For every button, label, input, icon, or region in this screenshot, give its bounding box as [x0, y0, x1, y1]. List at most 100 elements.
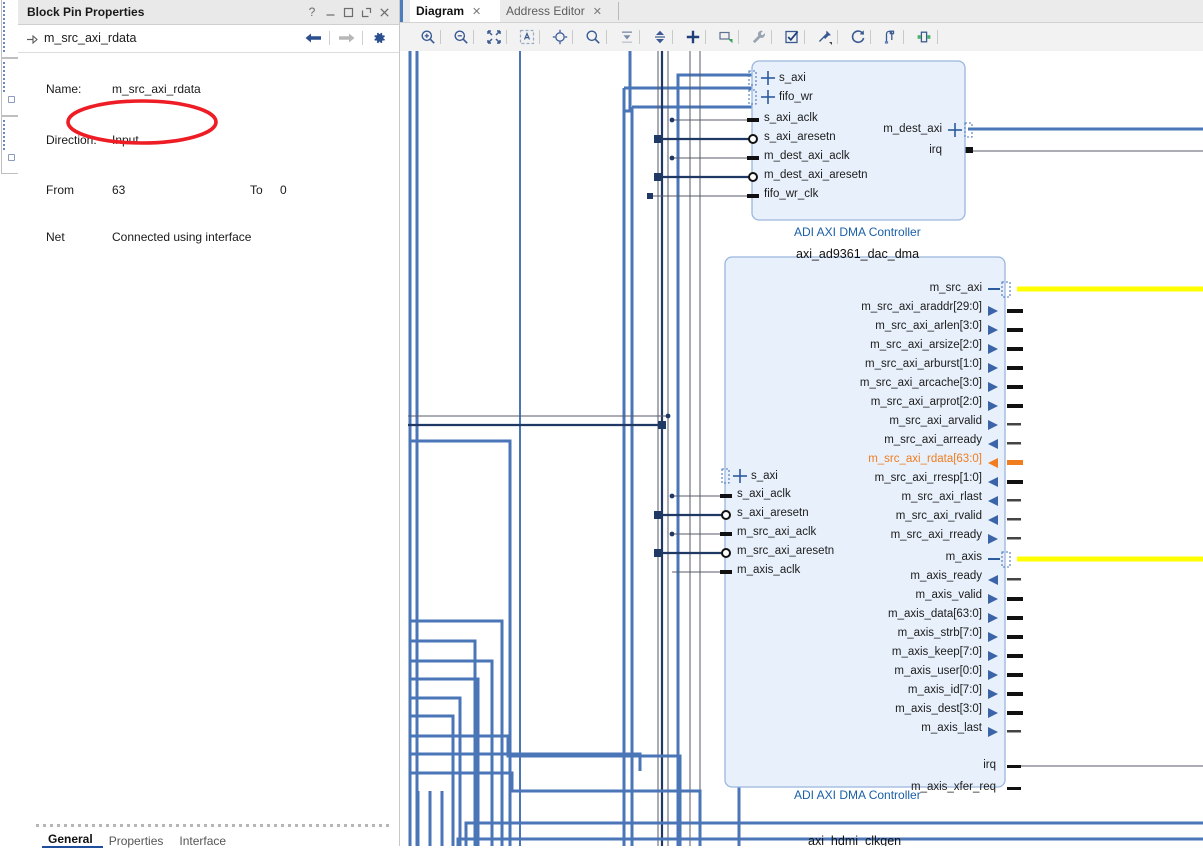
zoom-out-icon[interactable]: [451, 27, 471, 47]
pin-label-rdata-selected[interactable]: m_src_axi_rdata[63:0]: [786, 453, 982, 465]
forward-arrow-icon[interactable]: [334, 28, 358, 48]
pin-icon[interactable]: [815, 27, 835, 47]
close-icon[interactable]: [375, 3, 393, 21]
pin-label-m-dest-axi[interactable]: m_dest_axi: [806, 123, 942, 135]
pin-label-m-dest-axi-aclk[interactable]: m_dest_axi_aclk: [764, 150, 850, 162]
panel-title-bar: Block Pin Properties ?: [18, 0, 399, 25]
fit-selection-icon[interactable]: [550, 27, 570, 47]
pin-label-arready[interactable]: m_src_axi_arready: [786, 434, 982, 446]
window-buttons: ?: [303, 3, 393, 21]
maximize-icon[interactable]: [339, 3, 357, 21]
pin-label-m-axis-user[interactable]: m_axis_user[0:0]: [786, 665, 982, 677]
pin-label-arvalid[interactable]: m_src_axi_arvalid: [786, 415, 982, 427]
pin-label-irq-b2[interactable]: irq: [786, 759, 996, 771]
toolbar-separator-6: [606, 30, 607, 44]
search-icon[interactable]: [583, 27, 603, 47]
tab-bar-divider: [618, 2, 619, 20]
block1-instance-name: axi_ad9361_dac_dma: [796, 247, 920, 261]
block-design-canvas[interactable]: .iw{stroke:#4a76b8;stroke-width:3;fill:n…: [400, 51, 1203, 846]
pin-icon: [27, 33, 39, 47]
back-arrow-icon[interactable]: [301, 28, 325, 48]
property-value-from: 63: [112, 183, 126, 197]
settings-gear-icon[interactable]: [367, 28, 391, 48]
selected-pin-name: m_src_axi_rdata: [44, 31, 137, 45]
tab-general[interactable]: General: [42, 830, 103, 848]
highlight-icon[interactable]: [914, 27, 934, 47]
pin-label-rlast[interactable]: m_src_axi_rlast: [786, 491, 982, 503]
panel-subheader: m_src_axi_rdata: [18, 25, 399, 53]
pin-label-rready[interactable]: m_src_axi_rready: [786, 529, 982, 541]
pin-label-m-axis-data[interactable]: m_axis_data[63:0]: [786, 608, 982, 620]
zoom-area-icon[interactable]: [517, 27, 537, 47]
toolbar-separator-13: [837, 30, 838, 44]
pin-label-m-axis-valid[interactable]: m_axis_valid: [786, 589, 982, 601]
float-icon[interactable]: [357, 3, 375, 21]
tab-diagram[interactable]: Diagram ✕: [410, 0, 512, 22]
property-label-to: To: [250, 183, 263, 197]
pin-label-arcache[interactable]: m_src_axi_arcache[3:0]: [786, 377, 982, 389]
property-label-from: From: [46, 183, 74, 197]
property-label-net: Net: [46, 230, 65, 244]
pin-label-rresp[interactable]: m_src_axi_rresp[1:0]: [786, 472, 982, 484]
editor-tab-bar: Diagram ✕ Address Editor ✕: [400, 0, 1203, 23]
run-connection-automation-icon[interactable]: [749, 27, 769, 47]
pin-label-s-axi-aclk-b2[interactable]: s_axi_aclk: [737, 488, 791, 500]
panel-bottom-tabs: General Properties Interface: [18, 824, 399, 848]
pin-label-m-axis-ready[interactable]: m_axis_ready: [786, 570, 982, 582]
property-row-name: Name: m_src_axi_rdata: [18, 52, 399, 96]
pin-label-araddr[interactable]: m_src_axi_araddr[29:0]: [786, 301, 982, 313]
edge-mini-icon-2: [8, 154, 15, 161]
pin-label-m-axis-keep[interactable]: m_axis_keep[7:0]: [786, 646, 982, 658]
tab-accent-bar: [400, 0, 403, 22]
tab-address-editor[interactable]: Address Editor ✕: [500, 0, 632, 22]
pin-label-m-axis-last[interactable]: m_axis_last: [786, 722, 982, 734]
toolbar-separator-3: [506, 30, 507, 44]
pin-label-rvalid[interactable]: m_src_axi_rvalid: [786, 510, 982, 522]
pin-label-irq-b1[interactable]: irq: [866, 144, 942, 156]
toolbar-separator-8: [672, 30, 673, 44]
pin-label-arlen[interactable]: m_src_axi_arlen[3:0]: [786, 320, 982, 332]
pin-label-m-dest-axi-aresetn[interactable]: m_dest_axi_aresetn: [764, 169, 868, 181]
help-icon[interactable]: ?: [303, 3, 321, 21]
pin-label-arburst[interactable]: m_src_axi_arburst[1:0]: [786, 358, 982, 370]
pin-label-fifo-wr-clk[interactable]: fifo_wr_clk: [764, 188, 818, 200]
property-value-net: Connected using interface: [112, 230, 252, 244]
collapse-all-icon[interactable]: [617, 27, 637, 47]
toolbar-separator-7: [639, 30, 640, 44]
minimize-icon[interactable]: [321, 3, 339, 21]
optimize-routing-icon[interactable]: [881, 27, 901, 47]
properties-list: Name: m_src_axi_rdata Direction: Input F…: [18, 52, 399, 244]
tab-address-editor-close-icon[interactable]: ✕: [593, 5, 602, 18]
pin-label-m-axis-dest[interactable]: m_axis_dest[3:0]: [786, 703, 982, 715]
tab-address-editor-label: Address Editor: [506, 4, 585, 18]
tab-diagram-close-icon[interactable]: ✕: [472, 5, 481, 18]
toolbar-separator-9: [705, 30, 706, 44]
pin-label-s-axi-b1[interactable]: s_axi: [779, 72, 806, 84]
property-row-net: Net Connected using interface: [18, 124, 399, 244]
toolbar-separator-4: [539, 30, 540, 44]
nav-separator-2: [362, 31, 363, 45]
zoom-fit-icon[interactable]: [484, 27, 504, 47]
diagram-pane: Diagram ✕ Address Editor ✕ s_axi fifo_wr…: [400, 0, 1203, 846]
pin-label-fifo-wr[interactable]: fifo_wr: [779, 91, 813, 103]
pin-label-s-axi-b2[interactable]: s_axi: [751, 470, 778, 482]
pin-label-arprot[interactable]: m_src_axi_arprot[2:0]: [786, 396, 982, 408]
edge-mini-icon-1: [8, 96, 15, 103]
panel-nav-buttons: [301, 28, 391, 48]
pin-label-m-axis[interactable]: m_axis: [786, 551, 982, 563]
add-ip-icon[interactable]: [683, 27, 703, 47]
add-module-icon[interactable]: [716, 27, 736, 47]
pin-label-m-axis-id[interactable]: m_axis_id[7:0]: [786, 684, 982, 696]
panel-resize-grip[interactable]: [36, 824, 389, 827]
zoom-in-icon[interactable]: [418, 27, 438, 47]
block1-type-label: ADI AXI DMA Controller: [794, 225, 921, 239]
pin-label-m-axis-strb[interactable]: m_axis_strb[7:0]: [786, 627, 982, 639]
pin-label-m-src-axi[interactable]: m_src_axi: [786, 282, 982, 294]
property-value-to: 0: [280, 183, 287, 197]
validate-design-icon[interactable]: [782, 27, 802, 47]
regenerate-layout-icon[interactable]: [848, 27, 868, 47]
pin-label-arsize[interactable]: m_src_axi_arsize[2:0]: [786, 339, 982, 351]
expand-all-icon[interactable]: [650, 27, 670, 47]
toolbar-separator-14: [870, 30, 871, 44]
property-row-from-to: From 63 To 0: [18, 100, 399, 197]
